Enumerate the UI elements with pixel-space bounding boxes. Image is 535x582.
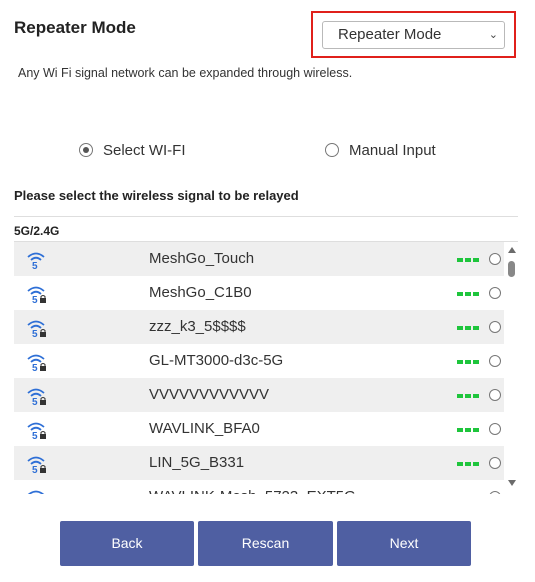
wifi-icon: 5 [26,250,48,272]
wifi-locked-icon: 5 [26,352,48,374]
network-ssid: GL-MT3000-d3c-5G [149,352,284,369]
network-ssid: zzz_k3_5$$$$ [149,318,246,335]
page-title: Repeater Mode [14,18,136,37]
wifi-locked-icon: 5 [26,318,48,340]
network-radio[interactable] [489,457,501,469]
network-row[interactable]: 5 WAVLINK_BFA0 [14,412,504,446]
description: Any Wi Fi signal network can be expanded… [18,66,353,80]
network-radio[interactable] [489,389,501,401]
svg-text:5: 5 [32,295,38,304]
scroll-down-arrow-icon[interactable] [508,480,516,486]
scrollbar-thumb[interactable] [508,261,515,277]
mode-select[interactable]: Repeater Mode ⌄ [322,21,505,49]
network-radio[interactable] [489,355,501,367]
network-ssid: MeshGo_C1B0 [149,284,252,301]
signal-strength-icon [457,428,479,432]
back-button[interactable]: Back [60,521,194,566]
network-row[interactable]: 5 LIN_5G_B331 [14,446,504,480]
network-radio[interactable] [489,321,501,333]
wifi-locked-icon: 5 [26,386,48,408]
network-row[interactable]: 5 VVVVVVVVVVVV [14,378,504,412]
svg-text:5: 5 [32,329,38,338]
radio-manual-input[interactable] [325,143,339,157]
network-radio[interactable] [489,423,501,435]
scroll-up-arrow-icon[interactable] [508,247,516,253]
divider [14,216,518,217]
network-list[interactable]: 5 WAVLINK-Mesh_5723_EXT5G 5 LIN_5G_B331 5 WAV… [14,242,518,494]
signal-strength-icon [457,258,479,262]
option-select-wifi[interactable]: Select WI-FI [79,140,186,160]
section-label: Please select the wireless signal to be … [14,188,299,203]
wifi-locked-icon: 5 [26,488,48,494]
mode-select-value: Repeater Mode [338,26,442,43]
svg-text:5: 5 [32,431,38,440]
network-ssid: MeshGo_Touch [149,250,255,267]
network-ssid: LIN_5G_B331 [149,454,245,471]
scrollbar[interactable] [506,242,518,494]
network-row[interactable]: 5 MeshGo_C1B0 [14,276,504,310]
option-label: Select WI-FI [103,141,186,159]
signal-strength-icon [457,360,479,364]
wifi-locked-icon: 5 [26,454,48,476]
chevron-down-icon: ⌄ [488,29,498,41]
network-radio[interactable] [489,253,501,265]
network-row[interactable]: 5 WAVLINK-Mesh_5723_EXT5G [14,480,504,494]
network-radio[interactable] [489,491,501,494]
band-label: 5G/2.4G [14,224,60,238]
rescan-button[interactable]: Rescan [198,521,333,566]
svg-text:5: 5 [32,397,38,406]
wifi-locked-icon: 5 [26,420,48,442]
wifi-locked-icon: 5 [26,284,48,306]
svg-text:5: 5 [32,363,38,372]
network-ssid: WAVLINK_BFA0 [149,420,260,437]
signal-strength-icon [457,394,479,398]
signal-strength-icon [457,292,479,296]
network-row[interactable]: 5 zzz_k3_5$$$$ [14,310,504,344]
next-button[interactable]: Next [337,521,471,566]
svg-text:5: 5 [32,465,38,474]
option-manual-input[interactable]: Manual Input [325,140,436,160]
network-row[interactable]: 5 GL-MT3000-d3c-5G [14,344,504,378]
option-label: Manual Input [349,141,436,159]
network-ssid: WAVLINK-Mesh_5723_EXT5G [149,480,356,494]
signal-strength-icon [457,462,479,466]
network-ssid: VVVVVVVVVVVV [149,386,270,403]
signal-strength-icon [457,326,479,330]
mode-select-highlight: Repeater Mode ⌄ [311,11,516,58]
svg-text:5: 5 [32,261,38,270]
network-row[interactable]: 5 MeshGo_Touch [14,242,504,276]
network-radio[interactable] [489,287,501,299]
radio-select-wifi[interactable] [79,143,93,157]
